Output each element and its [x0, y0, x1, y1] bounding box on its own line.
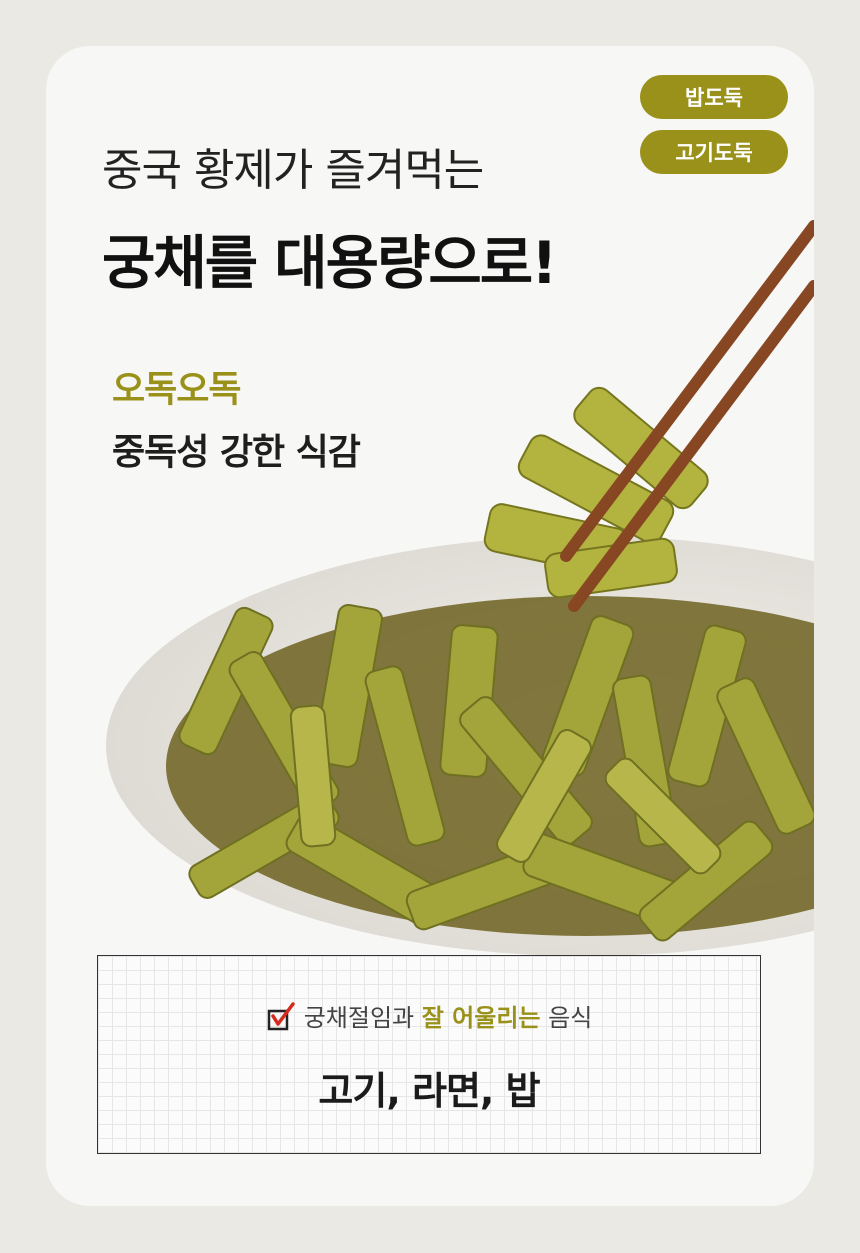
- badge-rice-thief: 밥도둑: [640, 75, 788, 119]
- texture-accent: 오독오독: [112, 369, 241, 410]
- headline-post: 으로!: [428, 229, 557, 297]
- headline-title: 궁채를 대용량으로!: [102, 216, 558, 300]
- checkbox-check-icon: [267, 1002, 295, 1031]
- headline-highlight: 대용량: [274, 216, 430, 300]
- texture-description: 중독성 강한 식감: [112, 432, 361, 473]
- pairing-highlight: 잘 어울리는: [421, 1004, 541, 1032]
- headline-subtitle: 중국 황제가 즐겨먹는: [102, 145, 484, 196]
- headline-pre: 궁채를: [102, 229, 275, 297]
- pairing-suffix: 음식: [540, 1004, 593, 1032]
- badge-meat-thief: 고기도둑: [640, 130, 788, 174]
- pairing-caption: 궁채절임과 잘 어울리는 음식: [98, 998, 760, 1033]
- product-card: 밥도둑 고기도둑 중국 황제가 즐겨먹는 궁채를 대용량으로! 오독오독 중독성…: [46, 46, 814, 1206]
- pairing-box: 궁채절임과 잘 어울리는 음식 고기, 라면, 밥: [97, 955, 761, 1154]
- pairing-foods: 고기, 라면, 밥: [318, 1069, 540, 1113]
- pairing-prefix: 궁채절임과: [303, 1004, 422, 1032]
